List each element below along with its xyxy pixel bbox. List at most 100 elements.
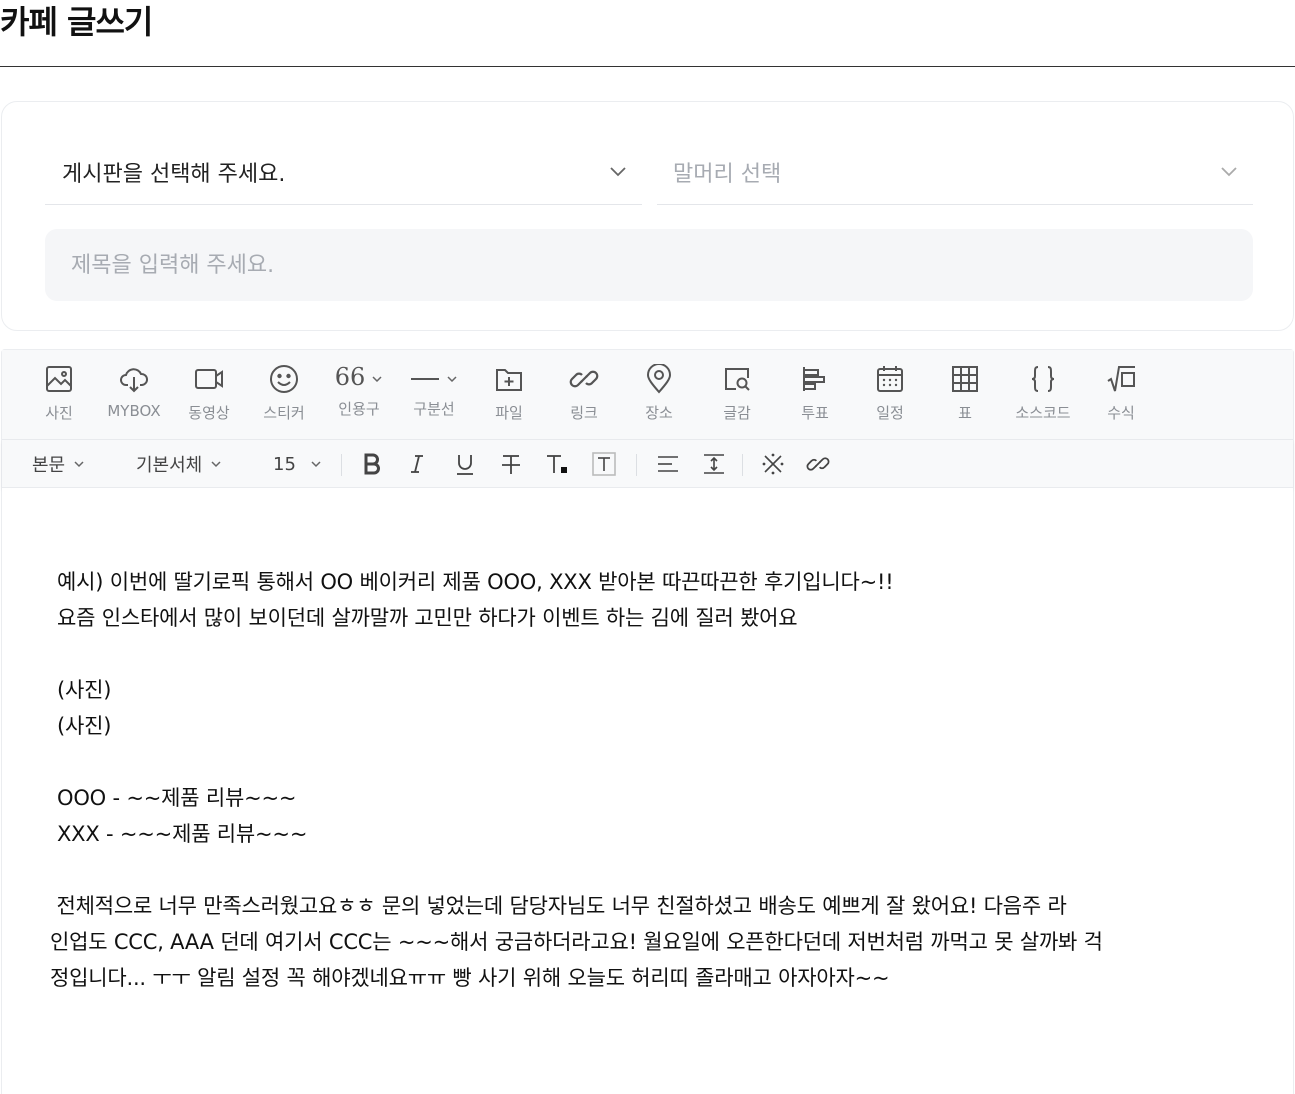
quote-glyph: 66 bbox=[334, 363, 366, 391]
insert-file-label: 파일 bbox=[495, 404, 523, 422]
italic-icon bbox=[411, 455, 423, 473]
background-color-button[interactable] bbox=[592, 449, 616, 479]
insert-sticker-button[interactable]: 스티커 bbox=[247, 360, 321, 430]
insert-file-button[interactable]: 파일 bbox=[472, 360, 546, 430]
strikethrough-icon bbox=[502, 455, 520, 474]
table-icon bbox=[952, 366, 978, 392]
chevron-down-icon bbox=[211, 461, 221, 468]
insert-material-label: 글감 bbox=[723, 404, 751, 422]
link-icon bbox=[806, 457, 830, 471]
text-background-icon bbox=[592, 452, 616, 476]
insert-sourcecode-button[interactable]: 소스코드 bbox=[1006, 360, 1080, 430]
quote-icon: 66 bbox=[335, 360, 384, 394]
insert-toolbar: 사진 MYBOX 동영상 스티커 66 인용구 구분선 파일 링크 장소 글감 … bbox=[2, 350, 1293, 440]
divider-line-icon bbox=[410, 360, 458, 394]
insert-poll-label: 투표 bbox=[801, 404, 829, 422]
strikethrough-button[interactable] bbox=[499, 449, 523, 479]
insert-video-button[interactable]: 동영상 bbox=[172, 360, 246, 430]
body-line: (사진) bbox=[57, 678, 112, 702]
insert-sourcecode-label: 소스코드 bbox=[1015, 404, 1071, 422]
insert-place-button[interactable]: 장소 bbox=[622, 360, 696, 430]
board-select[interactable]: 게시판을 선택해 주세요. bbox=[45, 139, 642, 205]
insert-table-button[interactable]: 표 bbox=[928, 360, 1002, 430]
body-line: (사진) bbox=[57, 714, 112, 738]
special-char-button[interactable] bbox=[761, 449, 785, 479]
body-line: 인업도 CCC, AAA 던데 여기서 CCC는 ~~~해서 궁금하더라고요! … bbox=[50, 930, 1103, 954]
cafe-write-page: 카페 글쓰기 게시판을 선택해 주세요. 말머리 선택 제목을 입력해 주세요.… bbox=[0, 0, 1295, 1094]
title-divider bbox=[0, 66, 1295, 67]
poll-icon bbox=[803, 367, 825, 391]
insert-link-label: 링크 bbox=[570, 404, 598, 422]
font-size-select[interactable]: 15 bbox=[273, 449, 322, 479]
chevron-down-icon bbox=[447, 376, 457, 383]
insert-formula-label: 수식 bbox=[1107, 404, 1135, 422]
insert-link-button[interactable]: 링크 bbox=[547, 360, 621, 430]
align-button[interactable] bbox=[656, 449, 680, 479]
insert-quote-button[interactable]: 66 인용구 bbox=[322, 360, 396, 430]
format-separator bbox=[742, 454, 743, 476]
format-separator bbox=[636, 454, 637, 476]
chevron-down-icon bbox=[74, 461, 84, 468]
post-header-card: 게시판을 선택해 주세요. 말머리 선택 bbox=[1, 101, 1294, 331]
insert-formula-button[interactable]: 수식 bbox=[1084, 360, 1158, 430]
folder-plus-icon bbox=[496, 369, 522, 391]
bold-button[interactable] bbox=[360, 449, 384, 479]
board-select-value: 게시판을 선택해 주세요. bbox=[62, 161, 286, 187]
insert-poll-button[interactable]: 투표 bbox=[778, 360, 852, 430]
italic-button[interactable] bbox=[405, 449, 429, 479]
chevron-down-icon bbox=[610, 167, 626, 177]
insert-material-button[interactable]: 글감 bbox=[700, 360, 774, 430]
font-family-select[interactable]: 기본서체 bbox=[136, 449, 222, 479]
insert-schedule-label: 일정 bbox=[876, 404, 904, 422]
font-color-button[interactable] bbox=[545, 449, 569, 479]
paragraph-style-value: 본문 bbox=[32, 455, 66, 476]
insert-sticker-label: 스티커 bbox=[263, 404, 305, 422]
underline-icon bbox=[457, 455, 473, 475]
reference-mark-icon bbox=[762, 453, 784, 475]
line-glyph bbox=[411, 378, 439, 380]
font-color-icon bbox=[547, 455, 567, 473]
bold-icon bbox=[364, 453, 380, 475]
body-line: XXX - ~~~제품 리뷰~~~ bbox=[57, 822, 308, 846]
image-icon bbox=[46, 366, 72, 392]
hyperlink-button[interactable] bbox=[806, 449, 830, 479]
insert-divider-button[interactable]: 구분선 bbox=[397, 360, 471, 430]
font-family-value: 기본서체 bbox=[136, 455, 203, 476]
format-toolbar: 본문 기본서체 15 bbox=[2, 440, 1293, 488]
insert-mybox-button[interactable]: MYBOX bbox=[97, 360, 171, 430]
chevron-down-icon bbox=[311, 461, 321, 468]
insert-mybox-label: MYBOX bbox=[107, 402, 161, 420]
title-input-wrapper bbox=[45, 229, 1253, 301]
insert-photo-button[interactable]: 사진 bbox=[22, 360, 96, 430]
title-input[interactable] bbox=[45, 229, 1253, 301]
search-content-icon bbox=[725, 368, 750, 391]
prefix-select[interactable]: 말머리 선택 bbox=[657, 139, 1253, 205]
body-line: 요즘 인스타에서 많이 보이던데 살까말까 고민만 하다가 이벤트 하는 김에 … bbox=[57, 606, 798, 630]
insert-video-label: 동영상 bbox=[188, 404, 230, 422]
paragraph-style-select[interactable]: 본문 bbox=[32, 449, 85, 479]
editor-body[interactable]: 예시) 이번에 딸기로픽 통해서 OO 베이커리 제품 OOO, XXX 받아본… bbox=[2, 488, 1293, 1094]
calendar-icon bbox=[877, 366, 903, 392]
insert-quote-label: 인용구 bbox=[338, 400, 380, 418]
video-icon bbox=[195, 369, 223, 389]
body-line: 정입니다... ㅜㅜ 알림 설정 꼭 해야겠네요ㅠㅠ 빵 사기 위해 오늘도 허… bbox=[50, 966, 890, 990]
body-line: 전체적으로 너무 만족스러웠고요ㅎㅎ 문의 넣었는데 담당자님도 너무 친절하셨… bbox=[50, 894, 1067, 918]
prefix-select-value: 말머리 선택 bbox=[673, 161, 782, 187]
code-braces-icon bbox=[1031, 366, 1055, 392]
insert-schedule-button[interactable]: 일정 bbox=[853, 360, 927, 430]
chevron-down-icon bbox=[1221, 167, 1237, 177]
align-left-icon bbox=[658, 456, 678, 472]
editor-frame: 사진 MYBOX 동영상 스티커 66 인용구 구분선 파일 링크 장소 글감 … bbox=[1, 349, 1294, 1094]
body-line: OOO - ~~제품 리뷰~~~ bbox=[57, 786, 297, 810]
insert-table-label: 표 bbox=[958, 404, 972, 422]
insert-photo-label: 사진 bbox=[45, 404, 73, 422]
map-pin-icon bbox=[646, 364, 672, 394]
formula-icon bbox=[1107, 366, 1135, 392]
cloud-download-icon bbox=[120, 368, 148, 393]
page-title: 카페 글쓰기 bbox=[0, 3, 153, 41]
line-height-button[interactable] bbox=[702, 449, 726, 479]
body-line: 예시) 이번에 딸기로픽 통해서 OO 베이커리 제품 OOO, XXX 받아본… bbox=[57, 570, 894, 594]
font-size-value: 15 bbox=[273, 453, 296, 475]
line-height-icon bbox=[704, 454, 724, 474]
underline-button[interactable] bbox=[453, 449, 477, 479]
